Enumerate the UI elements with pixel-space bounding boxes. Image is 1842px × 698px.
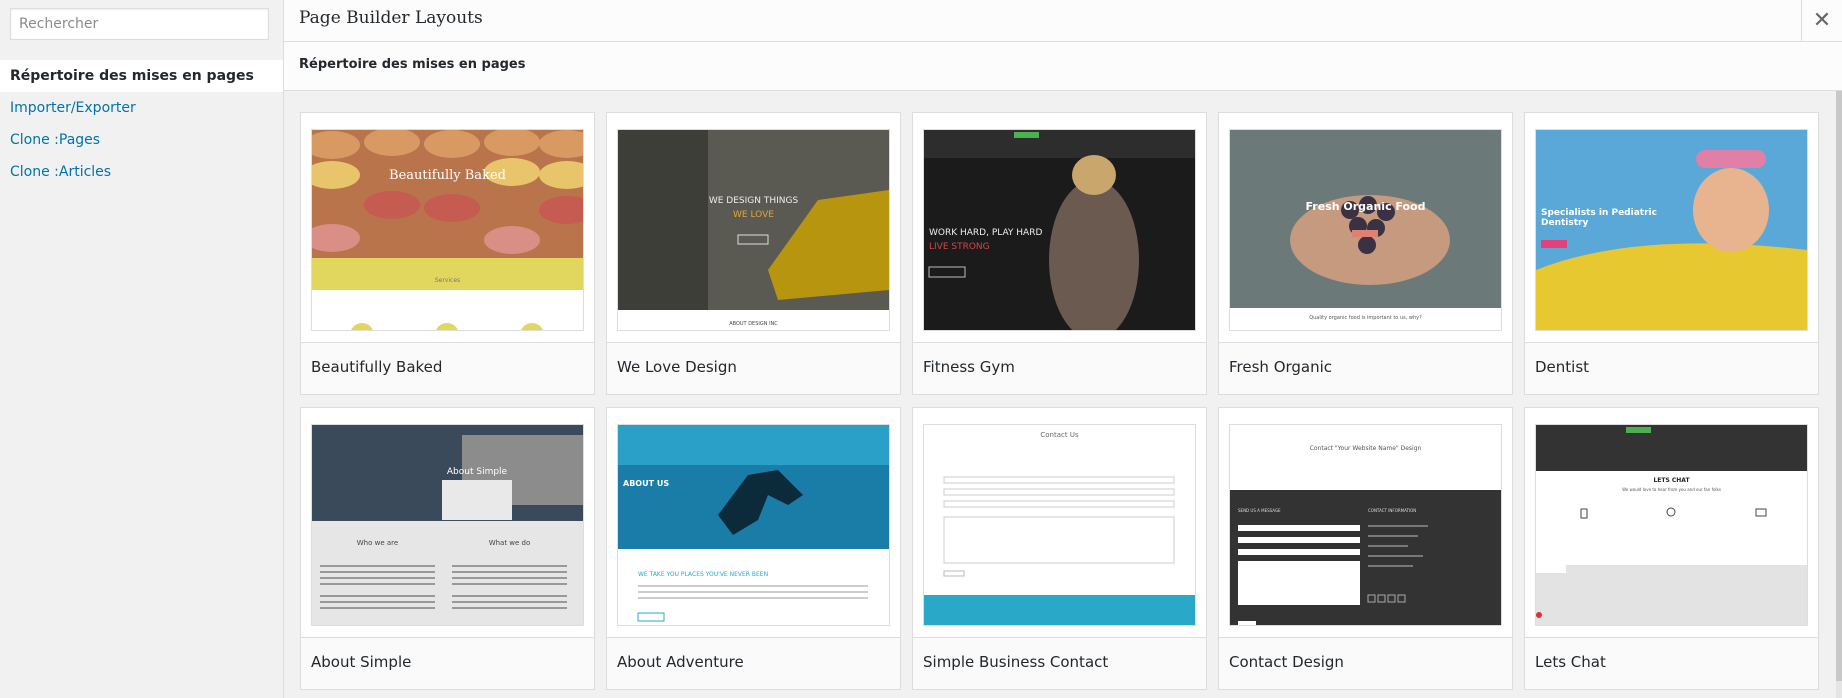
layout-name: About Simple bbox=[301, 637, 594, 689]
layout-name: Fresh Organic bbox=[1219, 342, 1512, 394]
layout-card-fresh-organic[interactable]: Fresh Organic Food Quality organic food … bbox=[1218, 112, 1513, 395]
thumb-heading: WE DESIGN THINGS bbox=[708, 196, 799, 206]
layout-thumbnail: ABOUT US WE TAKE YOU PLACES YOU'VE NEVER… bbox=[617, 424, 890, 626]
section-bar: Répertoire des mises en pages bbox=[284, 42, 1842, 91]
thumb-subtext: Quality organic food is important to us,… bbox=[1309, 315, 1422, 321]
layout-card-we-love-design[interactable]: WE DESIGN THINGS WE LOVE ABOUT DESIGN IN… bbox=[606, 112, 901, 395]
layout-thumbnail: Specialists in Pediatric Dentistry bbox=[1535, 129, 1808, 331]
header-bar: Page Builder Layouts ✕ bbox=[284, 0, 1842, 42]
search-input[interactable] bbox=[10, 8, 269, 40]
thumb-col2: What we do bbox=[488, 539, 531, 547]
thumbnail-art bbox=[1536, 130, 1807, 330]
layout-card-about-adventure[interactable]: ABOUT US WE TAKE YOU PLACES YOU'VE NEVER… bbox=[606, 407, 901, 690]
thumb-heading: About Simple bbox=[446, 467, 508, 477]
layout-name: Beautifully Baked bbox=[301, 342, 594, 394]
sidebar-item-clone-pages[interactable]: Clone :Pages bbox=[0, 124, 283, 156]
thumb-subtext: ABOUT DESIGN INC bbox=[729, 321, 778, 327]
thumbnail-art bbox=[1536, 425, 1807, 625]
thumbnail-art bbox=[312, 130, 583, 330]
section-title: Répertoire des mises en pages bbox=[299, 57, 526, 72]
sidebar-item-import-export[interactable]: Importer/Exporter bbox=[0, 92, 283, 124]
thumb-subtext: We would love to hear from you and our f… bbox=[1622, 487, 1721, 492]
layout-card-about-simple[interactable]: About Simple Who we are What we do About… bbox=[300, 407, 595, 690]
sidebar: Répertoire des mises en pages Importer/E… bbox=[0, 0, 284, 698]
layout-thumbnail: WORK HARD, PLAY HARD LIVE STRONG bbox=[923, 129, 1196, 331]
vertical-scrollbar[interactable] bbox=[1836, 91, 1842, 698]
thumbnail-art bbox=[1230, 490, 1501, 625]
close-icon: ✕ bbox=[1812, 8, 1832, 33]
sidebar-nav: Répertoire des mises en pages Importer/E… bbox=[0, 60, 283, 188]
thumbnail-art bbox=[618, 130, 889, 330]
layout-card-lets-chat[interactable]: LETS CHAT We would love to hear from you… bbox=[1524, 407, 1819, 690]
layout-thumbnail: Fresh Organic Food Quality organic food … bbox=[1229, 129, 1502, 331]
thumb-heading: WORK HARD, PLAY HARD bbox=[929, 228, 1043, 238]
thumb-accent: WE LOVE bbox=[733, 210, 774, 220]
thumb-subtext: WE TAKE YOU PLACES YOU'VE NEVER BEEN bbox=[638, 571, 769, 578]
thumbnail-art bbox=[924, 476, 1195, 625]
layout-card-contact-design[interactable]: Contact "Your Website Name" Design SEND … bbox=[1218, 407, 1513, 690]
layout-name: We Love Design bbox=[607, 342, 900, 394]
thumb-subtext: Services bbox=[434, 277, 461, 284]
page-title: Page Builder Layouts bbox=[299, 8, 483, 28]
sidebar-item-clone-articles[interactable]: Clone :Articles bbox=[0, 156, 283, 188]
layout-card-fitness-gym[interactable]: WORK HARD, PLAY HARD LIVE STRONG Fitness… bbox=[912, 112, 1207, 395]
thumb-heading: ABOUT US bbox=[623, 479, 670, 488]
layout-name: Simple Business Contact bbox=[913, 637, 1206, 689]
layout-name: Lets Chat bbox=[1525, 637, 1818, 689]
thumb-heading: Beautifully Baked bbox=[389, 168, 506, 183]
layout-card-simple-business-contact[interactable]: Contact Us Simple Business Contact bbox=[912, 407, 1207, 690]
layout-thumbnail: Contact "Your Website Name" Design SEND … bbox=[1229, 424, 1502, 626]
thumbnail-art bbox=[1230, 130, 1501, 330]
layout-thumbnail: About Simple Who we are What we do bbox=[311, 424, 584, 626]
thumb-heading: Fresh Organic Food bbox=[1305, 200, 1426, 213]
layout-thumbnail: Contact Us bbox=[923, 424, 1196, 626]
layout-name: Contact Design bbox=[1219, 637, 1512, 689]
sidebar-item-layout-directory[interactable]: Répertoire des mises en pages bbox=[0, 60, 283, 92]
thumbnail-art bbox=[618, 425, 889, 625]
thumb-heading: Contact "Your Website Name" Design bbox=[1309, 445, 1422, 452]
thumb-heading: Specialists in Pediatric Dentistry bbox=[1541, 208, 1657, 228]
thumb-heading: LETS CHAT bbox=[1653, 477, 1690, 484]
layout-thumbnail: Beautifully Baked Services bbox=[311, 129, 584, 331]
thumb-col1: SEND US A MESSAGE bbox=[1238, 508, 1281, 513]
layout-name: Fitness Gym bbox=[913, 342, 1206, 394]
layout-card-dentist[interactable]: Specialists in Pediatric Dentistry Denti… bbox=[1524, 112, 1819, 395]
layout-thumbnail: WE DESIGN THINGS WE LOVE ABOUT DESIGN IN… bbox=[617, 129, 890, 331]
layout-card-beautifully-baked[interactable]: Beautifully Baked Services Beautifully B… bbox=[300, 112, 595, 395]
layout-name: About Adventure bbox=[607, 637, 900, 689]
layouts-panel: Beautifully Baked Services Beautifully B… bbox=[284, 91, 1842, 698]
thumb-heading: Contact Us bbox=[1040, 431, 1079, 439]
layout-thumbnail: LETS CHAT We would love to hear from you… bbox=[1535, 424, 1808, 626]
thumb-col1: Who we are bbox=[356, 539, 399, 547]
thumbnail-art bbox=[312, 425, 583, 625]
thumb-accent: LIVE STRONG bbox=[929, 242, 990, 252]
scrollbar-thumb[interactable] bbox=[1836, 91, 1842, 681]
layout-name: Dentist bbox=[1525, 342, 1818, 394]
close-button[interactable]: ✕ bbox=[1801, 0, 1842, 41]
thumb-col2: CONTACT INFORMATION bbox=[1368, 508, 1417, 513]
